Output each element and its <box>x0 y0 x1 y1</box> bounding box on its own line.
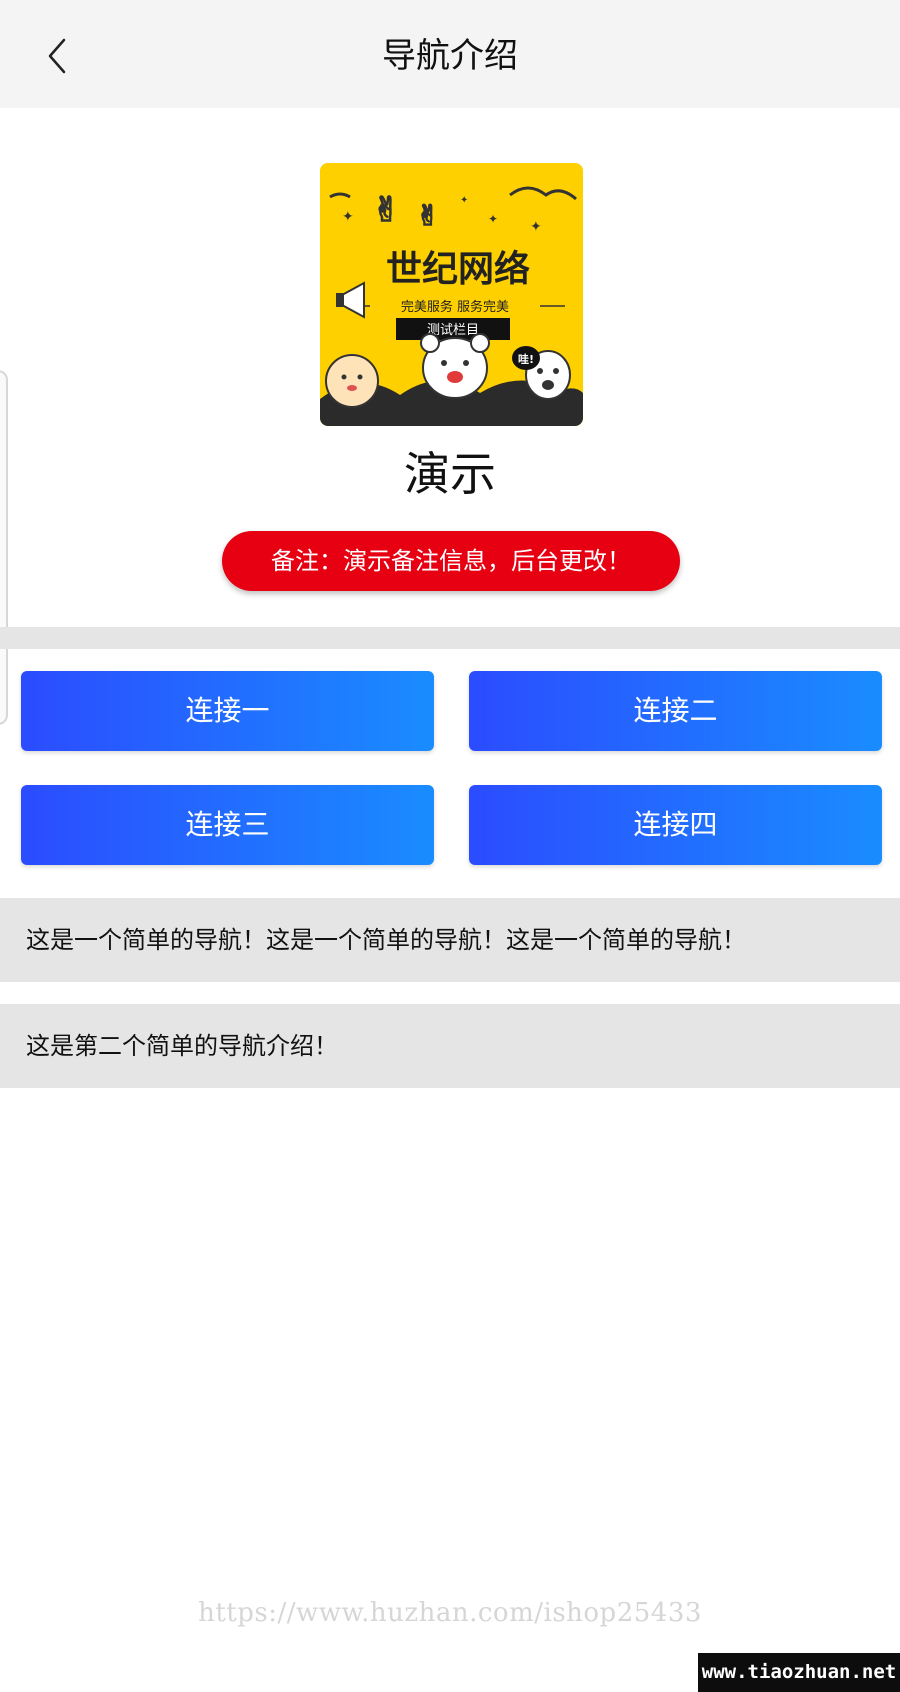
link-button-1[interactable]: 连接一 <box>21 671 434 751</box>
info-text-1: 这是一个简单的导航！这是一个简单的导航！这是一个简单的导航！ <box>0 898 900 982</box>
svg-text:✌: ✌ <box>372 190 401 230</box>
link-button-4[interactable]: 连接四 <box>469 785 882 865</box>
svg-text:✦: ✦ <box>342 209 354 225</box>
info-text-2: 这是第二个简单的导航介绍！ <box>0 1004 900 1088</box>
watermark-url: https://www.huzhan.com/ishop25433 <box>198 1598 702 1628</box>
link-button-3[interactable]: 连接三 <box>21 785 434 865</box>
svg-text:✦: ✦ <box>460 195 468 206</box>
logo-subtitle-text: 完美服务 服务完美 <box>401 299 509 315</box>
edge-drawer-handle[interactable] <box>0 370 8 725</box>
logo-title-text: 世纪网络 <box>386 248 530 290</box>
svg-text:✦: ✦ <box>488 212 498 226</box>
profile-name: 演示 <box>404 447 496 501</box>
note-badge: 备注：演示备注信息，后台更改！ <box>222 531 680 591</box>
page: 导航介绍 ✌ ✌ ✦ ✦ ✦ ✦ 世纪网络 完美服务 服务完美 测试栏目 哇! … <box>0 0 900 1692</box>
header-bar: 导航介绍 <box>0 0 900 108</box>
logo-exclaim-text: 哇! <box>518 352 534 366</box>
logo-image: ✌ ✌ ✦ ✦ ✦ ✦ 世纪网络 完美服务 服务完美 测试栏目 哇! <box>320 163 583 426</box>
section-divider <box>0 627 900 649</box>
svg-text:✌: ✌ <box>416 199 439 232</box>
page-title: 导航介绍 <box>382 36 518 76</box>
link-button-2[interactable]: 连接二 <box>469 671 882 751</box>
watermark-badge: www.tiaozhuan.net <box>698 1653 900 1692</box>
svg-text:✦: ✦ <box>530 219 542 235</box>
